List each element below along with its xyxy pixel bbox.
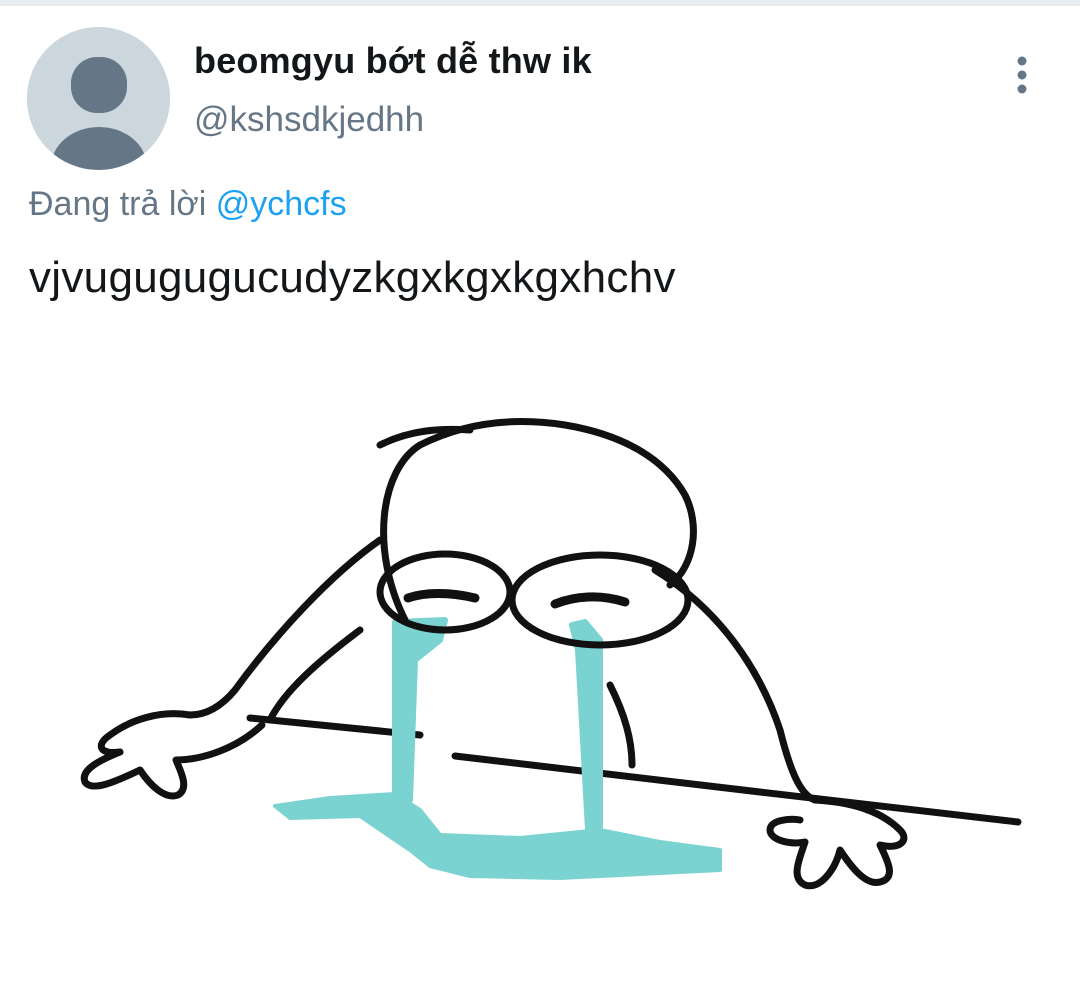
table-edge-right bbox=[451, 752, 1022, 826]
tweet-text: vjvugugugucudyzkgxkgxkgxhchv bbox=[29, 253, 676, 302]
left-pupil bbox=[403, 589, 480, 603]
author-display-name[interactable]: beomgyu bớt dễ thw ik bbox=[194, 40, 592, 82]
default-profile-avatar-icon bbox=[27, 27, 170, 170]
body-curve bbox=[606, 681, 636, 769]
right-arm-outer bbox=[651, 566, 819, 804]
tweet-media-image[interactable] bbox=[0, 330, 1080, 995]
reply-mention-link[interactable]: @ychcfs bbox=[216, 185, 347, 223]
replying-to-label: Đang trả lời bbox=[29, 185, 207, 223]
author-handle[interactable]: @kshsdkjedhh bbox=[194, 100, 424, 140]
left-arm-outer bbox=[186, 536, 384, 719]
more-options-button[interactable] bbox=[1004, 52, 1040, 98]
top-divider bbox=[0, 0, 1080, 6]
avatar[interactable] bbox=[27, 27, 170, 170]
left-hand bbox=[80, 710, 266, 800]
vertical-ellipsis-icon bbox=[1017, 56, 1027, 94]
crying-stick-figure-drawing bbox=[80, 418, 1022, 890]
tear-puddle bbox=[273, 617, 722, 880]
right-pupil bbox=[550, 592, 630, 609]
replying-to-line: Đang trả lời @ychcfs bbox=[29, 185, 347, 224]
right-hand bbox=[766, 796, 908, 890]
left-arm-inner bbox=[266, 626, 364, 724]
